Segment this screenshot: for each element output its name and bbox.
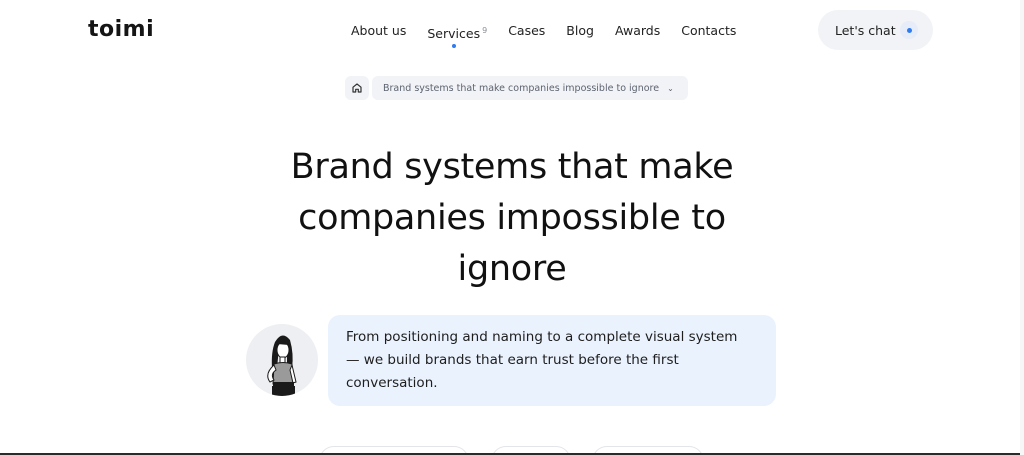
breadcrumb: Brand systems that make companies imposs… [345, 76, 688, 100]
nav-label: Contacts [681, 23, 737, 38]
logo[interactable]: toimi [88, 17, 154, 42]
quote-line: From positioning and naming to a complet… [346, 329, 738, 345]
scrollbar-track[interactable] [1020, 0, 1024, 455]
nav-about-us[interactable]: About us [351, 23, 406, 42]
person-illustration [267, 335, 297, 396]
active-indicator-dot [452, 44, 457, 48]
nav-contacts[interactable]: Contacts [681, 23, 736, 42]
title-line: ignore [457, 249, 567, 289]
lets-chat-button[interactable]: Let's chat [818, 10, 933, 50]
intro-quote: From positioning and naming to a complet… [328, 315, 776, 406]
avatar [246, 324, 318, 396]
nav-label: About us [351, 23, 407, 38]
main-nav: About us Services 9 Cases Blog Awards Con… [351, 23, 757, 48]
chevron-down-icon: ⌄ [667, 83, 674, 93]
nav-awards[interactable]: Awards [615, 23, 660, 42]
nav-services[interactable]: Services 9 [427, 23, 488, 48]
nav-blog[interactable]: Blog [566, 23, 594, 42]
home-icon [352, 83, 362, 93]
nav-label: Blog [566, 23, 594, 38]
nav-label: Awards [614, 23, 661, 38]
title-line: companies impossible to [298, 198, 726, 238]
page-title: Brand systems that make companies imposs… [212, 142, 812, 295]
nav-label: Cases [508, 23, 546, 38]
services-count: 9 [482, 26, 488, 35]
nav-cases[interactable]: Cases [508, 23, 545, 42]
page: toimi About us Services 9 Cases Blog Awar… [0, 0, 1024, 455]
quote-line: — we build brands that earn trust before… [346, 352, 679, 368]
title-line: Brand systems that make [290, 147, 734, 187]
chat-dot-icon [900, 21, 918, 39]
nav-label: Services [427, 26, 481, 42]
breadcrumb-current-label: Brand systems that make companies imposs… [383, 82, 660, 94]
breadcrumb-current[interactable]: Brand systems that make companies imposs… [372, 76, 688, 100]
breadcrumb-home[interactable] [345, 76, 369, 100]
quote-line: conversation. [346, 375, 438, 391]
lets-chat-label: Let's chat [835, 22, 896, 38]
